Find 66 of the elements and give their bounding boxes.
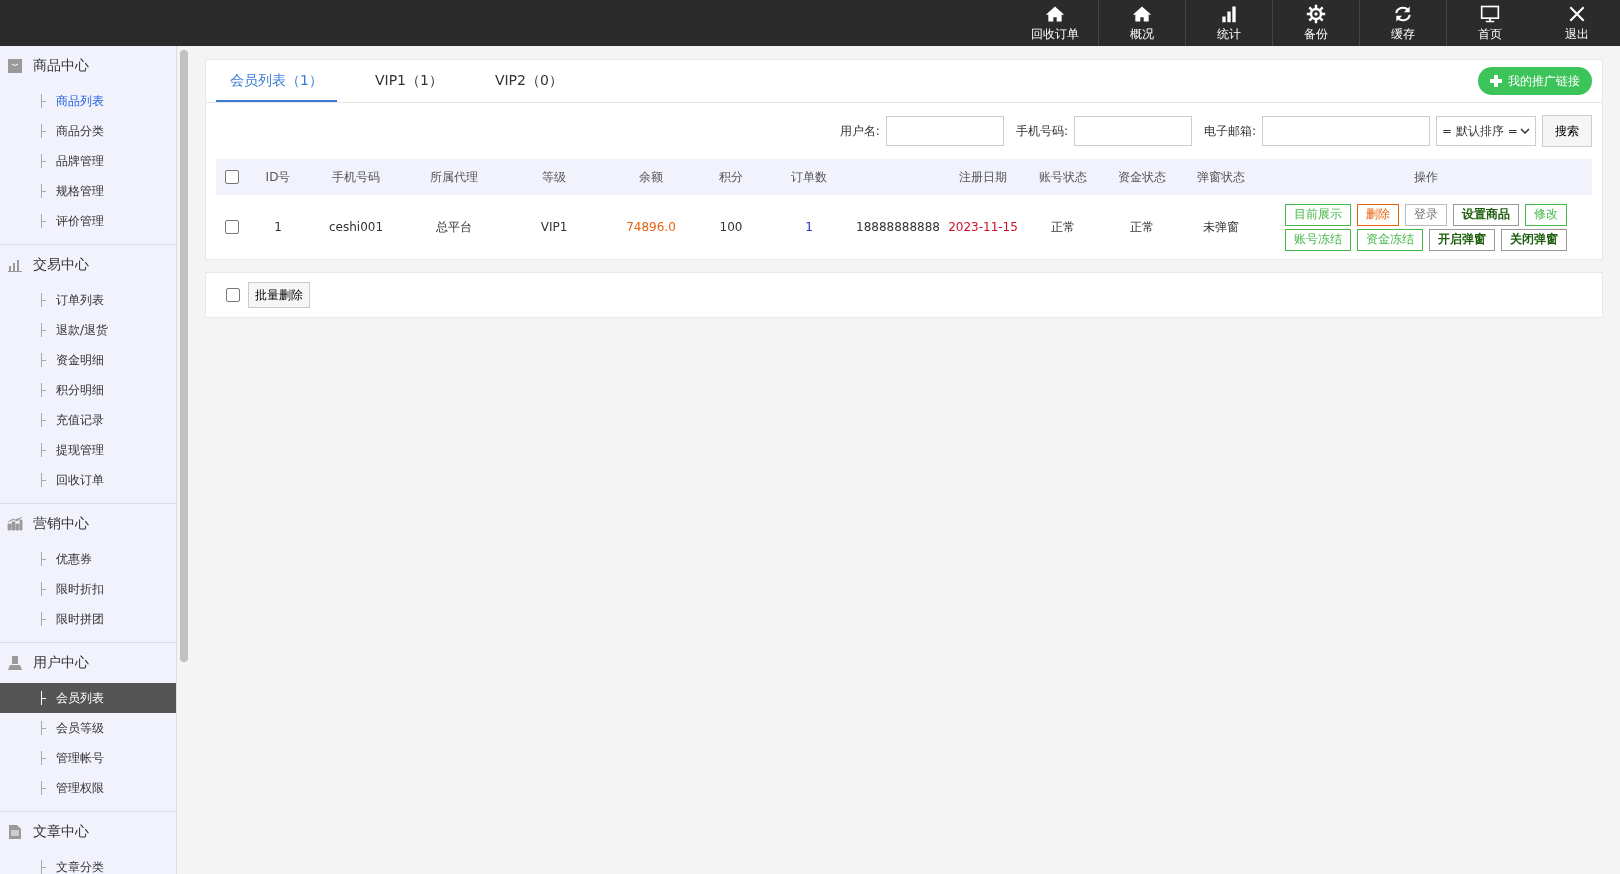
filter-label: 电子邮箱:: [1203, 122, 1256, 140]
filter-input[interactable]: [885, 116, 1004, 146]
column-header: 等级: [542, 169, 566, 184]
action-button[interactable]: 删除: [1357, 203, 1399, 226]
table-cell: 100: [719, 220, 743, 234]
tab[interactable]: VIP2（0）: [480, 60, 577, 102]
column-header: 操作: [1414, 169, 1438, 184]
table-cell: 未弹窗: [1203, 219, 1239, 234]
growth-chart-icon: [7, 516, 23, 532]
column-header: 注册日期: [959, 169, 1007, 184]
monitor-icon: [1480, 3, 1500, 24]
column-header: 积分: [719, 169, 743, 184]
row-checkbox[interactable]: [225, 220, 239, 235]
plus-icon: [1490, 75, 1502, 87]
nav-item[interactable]: 备份: [1272, 0, 1359, 46]
sidebar-item[interactable]: 会员列表: [0, 683, 176, 713]
section-title: 文章中心: [33, 823, 89, 841]
tab[interactable]: 会员列表（1）: [216, 60, 337, 102]
column-header: 手机号码: [332, 169, 380, 184]
nav-item[interactable]: 退出: [1533, 0, 1620, 46]
column-header: 资金状态: [1118, 169, 1166, 184]
column-header: 余额: [639, 169, 663, 184]
section-title: 营销中心: [33, 515, 89, 533]
user-icon: [7, 655, 23, 671]
nav-item[interactable]: 概况: [1098, 0, 1185, 46]
nav-item[interactable]: 统计: [1185, 0, 1272, 46]
table-cell: 74896.0: [626, 220, 676, 234]
action-button[interactable]: 登录: [1405, 203, 1447, 226]
action-button[interactable]: 设置商品: [1453, 203, 1519, 226]
table-cell: 正常: [1051, 219, 1075, 234]
filter-input[interactable]: [1262, 116, 1430, 146]
table-cell: 正常: [1130, 219, 1154, 234]
section-title: 用户中心: [33, 654, 89, 672]
tab[interactable]: VIP1（1）: [360, 60, 457, 102]
column-header: 所属代理: [430, 169, 478, 184]
section-title: 交易中心: [33, 256, 89, 274]
bar-chart-icon: [7, 257, 23, 273]
column-header: 订单数: [791, 169, 827, 184]
table-cell: ceshi001: [328, 220, 384, 234]
batch-checkbox[interactable]: [226, 288, 240, 302]
settings-icon: [1306, 3, 1326, 24]
nav-item[interactable]: 回收订单: [1011, 0, 1098, 46]
action-button[interactable]: 关闭弹窗: [1501, 228, 1567, 251]
table-cell: 2023-11-15: [948, 220, 1018, 234]
nav-item[interactable]: 首页: [1446, 0, 1533, 46]
column-header: 弹窗状态: [1197, 169, 1245, 184]
column-header: ID号: [265, 169, 291, 184]
filter-label: 手机号码:: [1015, 122, 1068, 140]
select-all-checkbox[interactable]: [225, 170, 239, 185]
search-button[interactable]: 搜索: [1542, 115, 1592, 147]
sort-select[interactable]: = 默认排序 =: [1436, 116, 1536, 146]
table-cell: 总平台: [436, 219, 472, 234]
filter-label: 用户名:: [839, 122, 880, 140]
chevron-icon: [1520, 128, 1530, 134]
table-cell: 1: [274, 220, 282, 234]
batch-delete-button[interactable]: 批量删除: [248, 282, 310, 308]
document-icon: [7, 824, 23, 840]
table-cell: VIP1: [540, 220, 568, 234]
column-header: 账号状态: [1039, 169, 1087, 184]
nav-item[interactable]: 缓存: [1359, 0, 1446, 46]
table-cell: 1: [805, 220, 813, 234]
action-button[interactable]: 开启弹窗: [1429, 228, 1495, 251]
section-title: 商品中心: [33, 57, 89, 75]
table-cell: 18888888888: [856, 220, 940, 234]
bag-icon: [7, 58, 23, 74]
filter-input[interactable]: [1073, 116, 1192, 146]
